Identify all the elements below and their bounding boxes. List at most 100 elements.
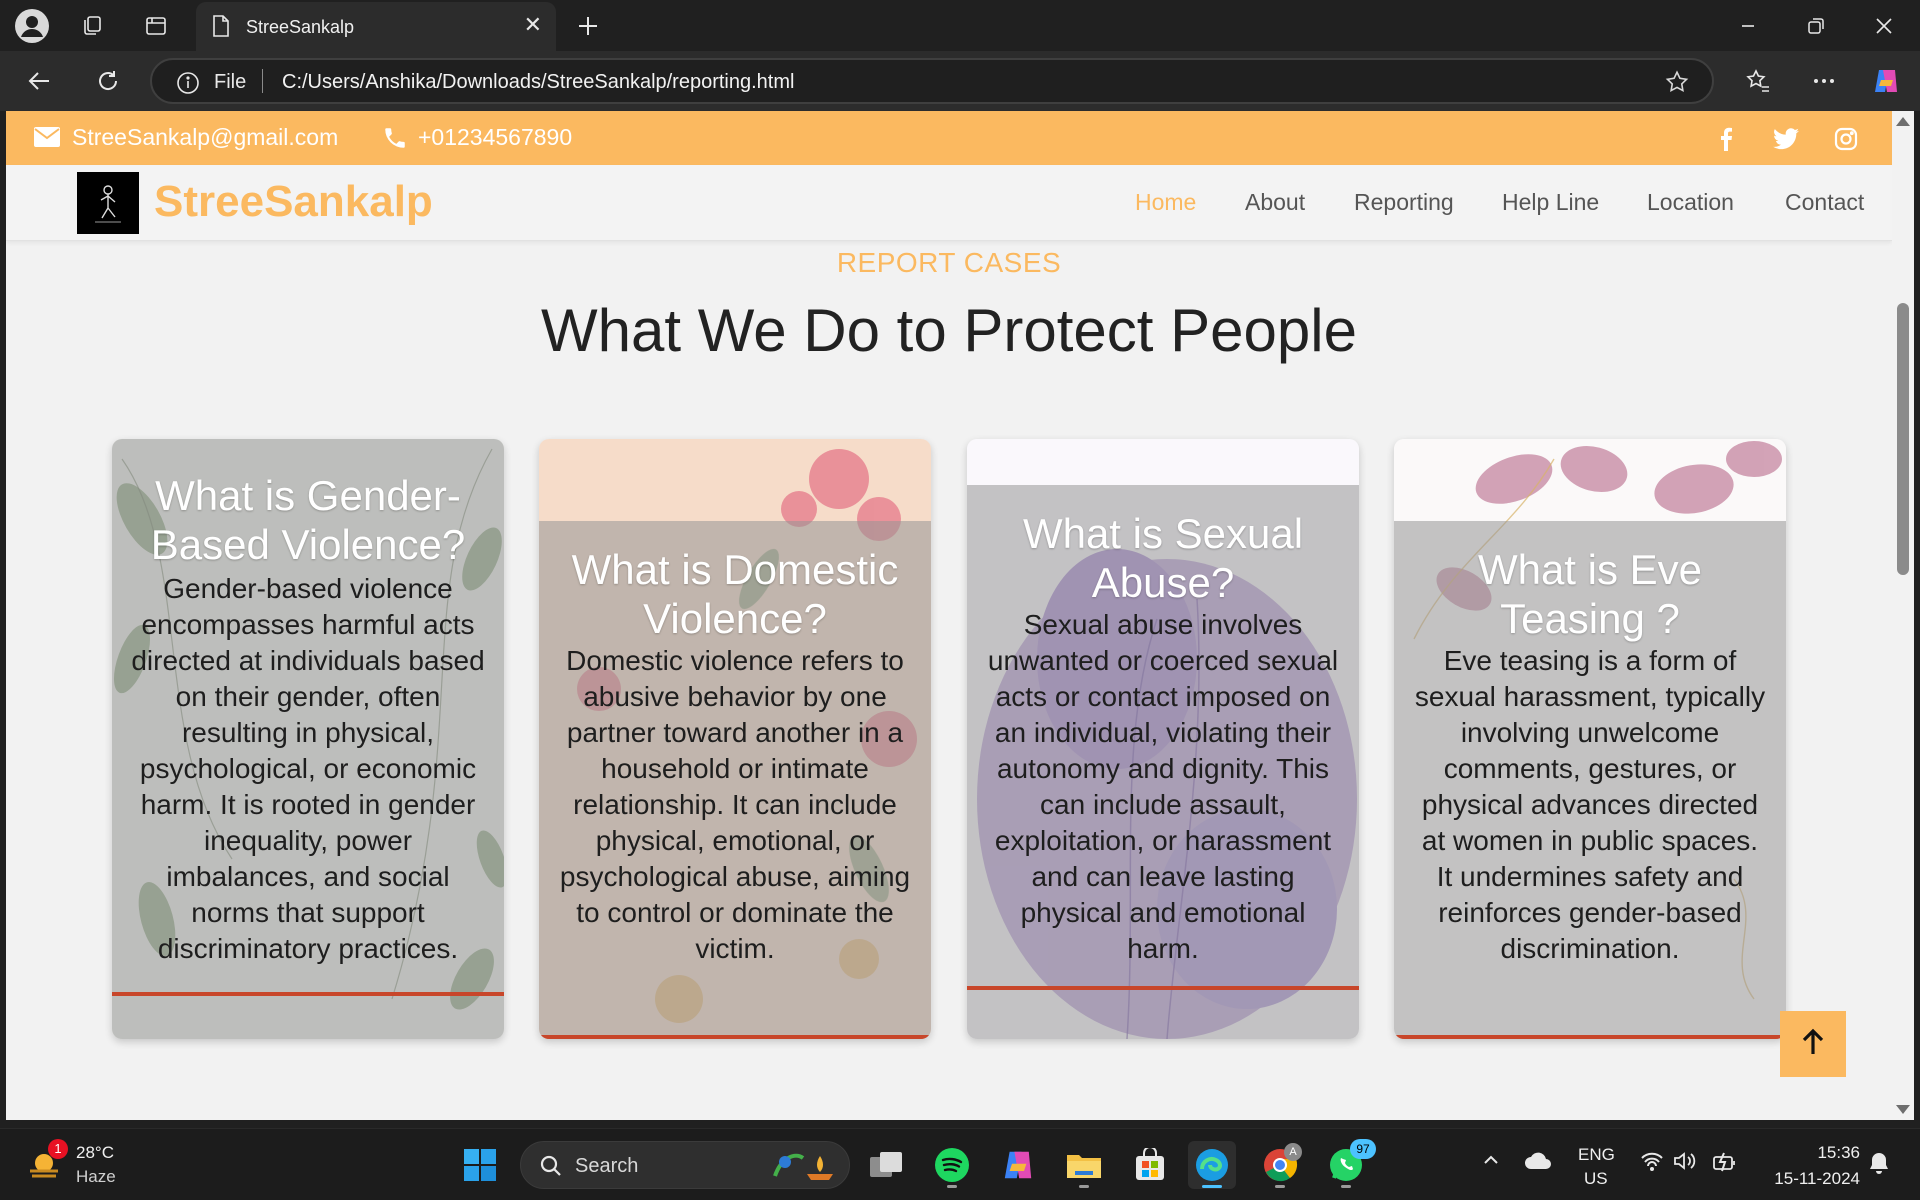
nav-help-line[interactable]: Help Line: [1502, 189, 1599, 216]
card-title: What is Gender-Based Violence?: [150, 472, 466, 568]
browser-toolbar: File C:/Users/Anshika/Downloads/StreeSan…: [0, 51, 1920, 111]
phone-icon: [382, 125, 408, 156]
favorite-star-icon[interactable]: [1664, 69, 1690, 100]
taskbar-whatsapp[interactable]: 97: [1322, 1139, 1376, 1189]
twitter-icon[interactable]: [1772, 125, 1800, 153]
start-button[interactable]: [456, 1141, 504, 1189]
taskbar-edge[interactable]: [1188, 1141, 1236, 1189]
url-text[interactable]: C:/Users/Anshika/Downloads/StreeSankalp/…: [282, 71, 794, 94]
close-tab-icon[interactable]: ✕: [524, 12, 542, 38]
card-domestic-violence[interactable]: What is Domestic Violence? Domestic viol…: [539, 439, 931, 1039]
back-to-top-button[interactable]: [1780, 1011, 1846, 1077]
page-viewport: StreeSankalp@gmail.com +01234567890 Stre…: [6, 111, 1892, 1120]
url-scheme: File: [214, 71, 247, 93]
card-body: Sexual abuse involves unwanted or coerce…: [987, 609, 1339, 964]
search-placeholder: Search: [575, 1155, 639, 1177]
wifi-icon[interactable]: [1640, 1151, 1664, 1176]
favorites-icon[interactable]: [1740, 63, 1776, 99]
browser-tab[interactable]: StreeSankalp ✕: [196, 2, 556, 51]
nav-home[interactable]: Home: [1135, 189, 1196, 216]
keyboard-layout[interactable]: US: [1584, 1169, 1608, 1189]
search-icon: [539, 1154, 563, 1183]
contact-phone[interactable]: +01234567890: [418, 124, 572, 151]
taskbar-spotify[interactable]: [928, 1141, 976, 1189]
arrow-up-icon: [1800, 1028, 1826, 1061]
contact-email[interactable]: StreeSankalp@gmail.com: [72, 124, 338, 151]
card-title: What is Sexual Abuse?: [1022, 510, 1304, 606]
chrome-profile-badge: A: [1284, 1143, 1302, 1161]
envelope-icon: [34, 127, 60, 152]
card-title: What is Domestic Violence?: [571, 546, 899, 642]
workspaces-icon[interactable]: [74, 8, 110, 44]
card-body: Eve teasing is a form of sexual harassme…: [1414, 645, 1766, 964]
window-edge: [1914, 111, 1920, 1120]
page-file-icon: [210, 14, 232, 43]
scroll-up-arrow-icon[interactable]: [1896, 117, 1910, 126]
whatsapp-badge: 97: [1350, 1139, 1376, 1159]
running-indicator: [947, 1185, 957, 1188]
card-accent-stripe: [539, 1035, 931, 1039]
taskbar-copilot[interactable]: [994, 1141, 1042, 1189]
card-accent-stripe: [1394, 1035, 1786, 1039]
minimize-icon[interactable]: [1714, 0, 1782, 51]
brand-logo[interactable]: [77, 172, 139, 234]
show-hidden-icons-icon[interactable]: [1482, 1151, 1500, 1174]
nav-contact[interactable]: Contact: [1785, 189, 1864, 216]
volume-icon[interactable]: [1672, 1151, 1696, 1176]
active-indicator: [1202, 1185, 1222, 1188]
nav-about[interactable]: About: [1245, 189, 1305, 216]
site-info-icon[interactable]: [176, 71, 200, 100]
running-indicator: [1079, 1185, 1089, 1188]
browser-titlebar: StreeSankalp ✕: [0, 0, 1920, 51]
brand-name[interactable]: StreeSankalp: [154, 177, 433, 227]
card-accent-stripe: [967, 986, 1359, 990]
close-window-icon[interactable]: [1850, 0, 1918, 51]
url-separator: [262, 69, 263, 93]
refresh-icon[interactable]: [90, 63, 126, 99]
taskbar-search[interactable]: Search: [520, 1141, 850, 1189]
facebook-icon[interactable]: [1712, 125, 1740, 153]
section-eyebrow: REPORT CASES: [836, 247, 1062, 278]
site-navbar: StreeSankalp Home About Reporting Help L…: [6, 165, 1892, 241]
section-title: What We Do to Protect People: [541, 297, 1357, 364]
search-highlight-icon: [771, 1148, 837, 1187]
contact-topbar: StreeSankalp@gmail.com +01234567890: [6, 111, 1892, 165]
address-bar[interactable]: File C:/Users/Anshika/Downloads/StreeSan…: [150, 58, 1714, 104]
taskbar-store[interactable]: [1126, 1141, 1174, 1189]
more-options-icon[interactable]: [1806, 63, 1842, 99]
clock-time[interactable]: 15:36: [1776, 1143, 1860, 1163]
taskbar-file-explorer[interactable]: [1060, 1141, 1108, 1189]
card-accent-stripe: [112, 992, 504, 996]
windows-taskbar: 1 28°C Haze Search A 97 ENG US 15:36 15-…: [0, 1128, 1920, 1200]
language-indicator[interactable]: ENG: [1578, 1145, 1615, 1165]
card-gender-based-violence[interactable]: What is Gender-Based Violence? Gender-ba…: [112, 439, 504, 1039]
card-body: Domestic violence refers to abusive beha…: [559, 645, 911, 964]
card-eve-teasing[interactable]: What is Eve Teasing ? Eve teasing is a f…: [1394, 439, 1786, 1039]
scroll-down-arrow-icon[interactable]: [1896, 1105, 1910, 1114]
weather-badge: 1: [48, 1139, 68, 1159]
tab-title: StreeSankalp: [246, 17, 355, 37]
onedrive-cloud-icon[interactable]: [1524, 1151, 1552, 1176]
page-scrollbar[interactable]: [1892, 111, 1914, 1120]
clock-date[interactable]: 15-11-2024: [1760, 1169, 1860, 1189]
scroll-thumb[interactable]: [1897, 303, 1909, 575]
card-sexual-abuse[interactable]: What is Sexual Abuse? Sexual abuse invol…: [967, 439, 1359, 1039]
back-arrow-icon[interactable]: [22, 63, 58, 99]
tab-actions-icon[interactable]: [138, 8, 174, 44]
notification-bell-icon[interactable]: [1868, 1151, 1890, 1180]
nav-location[interactable]: Location: [1647, 189, 1734, 216]
battery-charging-icon[interactable]: [1712, 1151, 1738, 1178]
running-indicator: [1341, 1185, 1351, 1188]
card-title: What is Eve Teasing ?: [1477, 546, 1703, 642]
nav-reporting[interactable]: Reporting: [1354, 189, 1454, 216]
taskbar-chrome[interactable]: A: [1256, 1141, 1304, 1189]
weather-temperature[interactable]: 28°C: [76, 1143, 114, 1163]
weather-condition[interactable]: Haze: [76, 1167, 116, 1187]
running-indicator: [1275, 1185, 1285, 1188]
profile-icon[interactable]: [14, 8, 50, 44]
copilot-icon[interactable]: [1868, 63, 1904, 99]
instagram-icon[interactable]: [1832, 125, 1860, 153]
restore-icon[interactable]: [1782, 0, 1850, 51]
taskbar-task-view[interactable]: [862, 1141, 910, 1189]
new-tab-icon[interactable]: [570, 8, 606, 44]
